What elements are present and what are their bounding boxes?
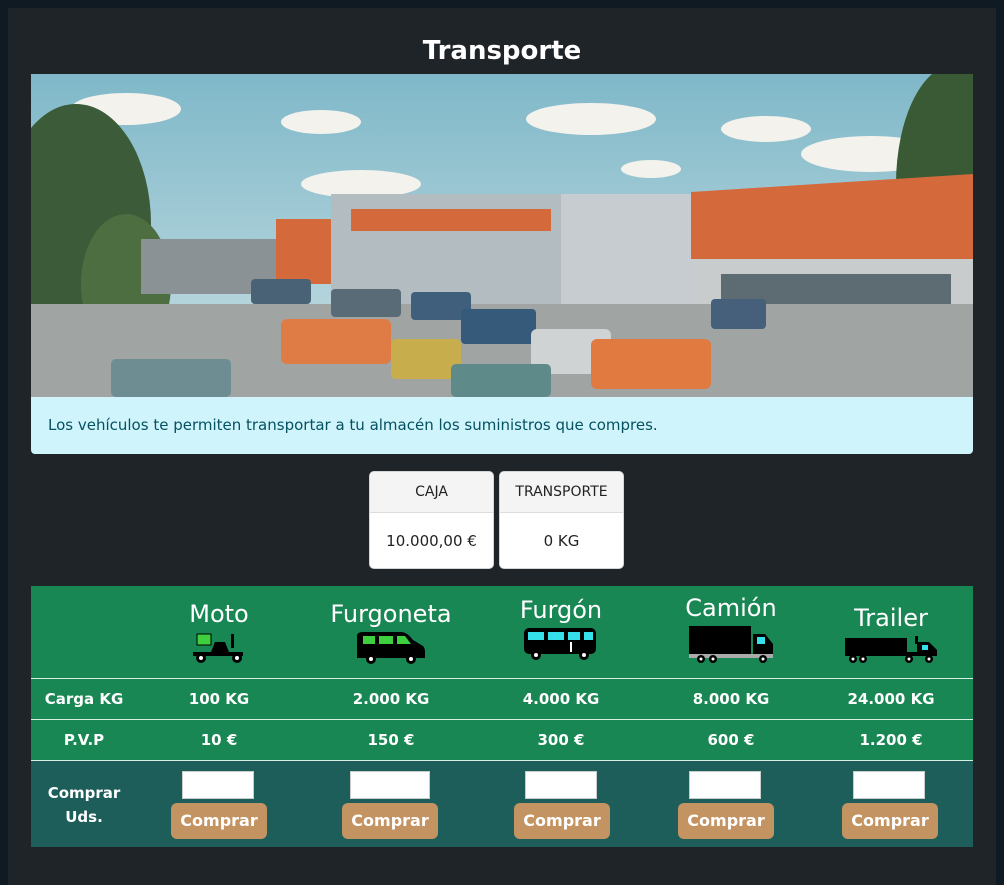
buy-button-furgoneta[interactable]: Comprar — [342, 803, 438, 839]
row-divider — [31, 678, 973, 679]
qty-input-trailer[interactable] — [853, 771, 925, 799]
main-panel: Transporte Los vehículos te permiten tra… — [8, 8, 996, 885]
row-label-carga: Carga KG — [44, 690, 124, 708]
transport-label: TRANSPORTE — [500, 472, 623, 513]
buy-row: Comprar Uds. Comprar Comprar Comprar Com… — [31, 761, 973, 847]
vehicle-header-furgoneta: Furgoneta — [316, 586, 466, 678]
vehicle-header-furgon: Furgón — [496, 586, 626, 678]
carga-trailer: 24.000 KG — [847, 690, 935, 708]
cash-value: 10.000,00 € — [386, 532, 477, 550]
pvp-furgon: 300 € — [537, 731, 585, 749]
page-title: Transporte — [422, 36, 582, 66]
scooter-icon — [193, 633, 243, 663]
vehicle-name: Furgoneta — [330, 600, 452, 628]
trailer-icon — [845, 636, 937, 663]
row-label-pvp: P.V.P — [63, 731, 105, 749]
info-alert: Los vehículos te permiten transportar a … — [31, 397, 973, 454]
carga-furgoneta: 2.000 KG — [352, 690, 430, 708]
row-divider — [31, 719, 973, 720]
vehicle-name: Furgón — [519, 596, 603, 624]
transport-value: 0 KG — [543, 532, 580, 550]
carga-camion: 8.000 KG — [692, 690, 770, 708]
vehicle-header-trailer: Trailer — [831, 586, 951, 678]
truck-icon — [689, 626, 773, 663]
carga-furgon: 4.000 KG — [522, 690, 600, 708]
vehicle-name: Camión — [685, 594, 777, 622]
buy-button-furgon[interactable]: Comprar — [514, 803, 610, 839]
transport-card: TRANSPORTE 0 KG — [499, 471, 624, 569]
carga-moto: 100 KG — [188, 690, 250, 708]
pvp-furgoneta: 150 € — [367, 731, 415, 749]
vehicles-table: Moto Furgoneta Furgón Camión Trailer Car… — [31, 586, 973, 847]
hero-image — [31, 74, 973, 397]
buy-button-camion[interactable]: Comprar — [678, 803, 774, 839]
qty-input-furgoneta[interactable] — [350, 771, 430, 799]
buy-button-trailer[interactable]: Comprar — [842, 803, 938, 839]
buy-button-moto[interactable]: Comprar — [171, 803, 267, 839]
row-label-comprar: Comprar Uds. — [47, 784, 121, 826]
van-icon — [357, 632, 425, 664]
vehicle-name: Moto — [189, 600, 249, 628]
minibus-icon — [524, 628, 596, 660]
pvp-camion: 600 € — [707, 731, 755, 749]
cash-card: CAJA 10.000,00 € — [369, 471, 494, 569]
pvp-moto: 10 € — [200, 731, 238, 749]
cash-label: CAJA — [370, 472, 493, 513]
vehicle-header-moto: Moto — [151, 586, 287, 678]
qty-input-furgon[interactable] — [525, 771, 597, 799]
vehicle-header-camion: Camión — [666, 586, 796, 678]
vehicle-name: Trailer — [854, 604, 928, 632]
qty-input-camion[interactable] — [689, 771, 761, 799]
qty-input-moto[interactable] — [182, 771, 254, 799]
pvp-trailer: 1.200 € — [859, 731, 923, 749]
